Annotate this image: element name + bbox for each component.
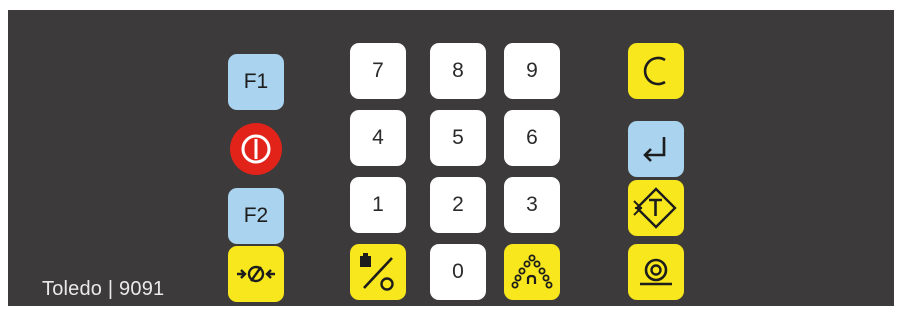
key-5[interactable]: 5: [430, 110, 486, 166]
print-key[interactable]: [628, 244, 684, 300]
key-1[interactable]: 1: [350, 177, 406, 233]
key-8[interactable]: 8: [430, 43, 486, 99]
f1-key-label: F1: [243, 70, 269, 93]
key-4-label: 4: [372, 126, 384, 149]
key-9[interactable]: 9: [504, 43, 560, 99]
piece-count-icon: [511, 254, 553, 289]
f2-key[interactable]: F2: [228, 188, 284, 244]
key-7[interactable]: 7: [350, 43, 406, 99]
key-0-label: 0: [452, 260, 464, 283]
key-6-label: 6: [526, 126, 538, 149]
unit-weight-icon: [360, 253, 394, 291]
key-9-label: 9: [526, 59, 538, 82]
key-3-label: 3: [526, 193, 538, 216]
zero-key[interactable]: [228, 246, 284, 302]
key-5-label: 5: [452, 126, 464, 149]
enter-key[interactable]: [628, 121, 684, 177]
piece-count-key[interactable]: [504, 244, 560, 300]
enter-return-icon: [643, 137, 666, 162]
power-button[interactable]: [228, 121, 284, 177]
print-roll-icon: [640, 258, 672, 286]
unit-weight-key[interactable]: [350, 244, 406, 300]
key-3[interactable]: 3: [504, 177, 560, 233]
key-1-label: 1: [372, 193, 384, 216]
scale-keypad-panel: F1 F2 7 8 9 4 5 6 1 2 3 0 Toledo | 9091: [8, 10, 894, 306]
f2-key-label: F2: [243, 204, 269, 227]
zero-icon: [237, 265, 275, 283]
key-4[interactable]: 4: [350, 110, 406, 166]
key-0[interactable]: 0: [430, 244, 486, 300]
key-7-label: 7: [372, 59, 384, 82]
tare-icon: [633, 187, 677, 229]
power-icon: [230, 123, 282, 175]
brand-label: Toledo | 9091: [42, 278, 165, 300]
key-8-label: 8: [452, 59, 464, 82]
clear-c-icon: [643, 56, 666, 86]
key-6[interactable]: 6: [504, 110, 560, 166]
clear-key[interactable]: [628, 43, 684, 99]
tare-key[interactable]: [628, 180, 684, 236]
key-2[interactable]: 2: [430, 177, 486, 233]
f1-key[interactable]: F1: [228, 54, 284, 110]
key-2-label: 2: [452, 193, 464, 216]
